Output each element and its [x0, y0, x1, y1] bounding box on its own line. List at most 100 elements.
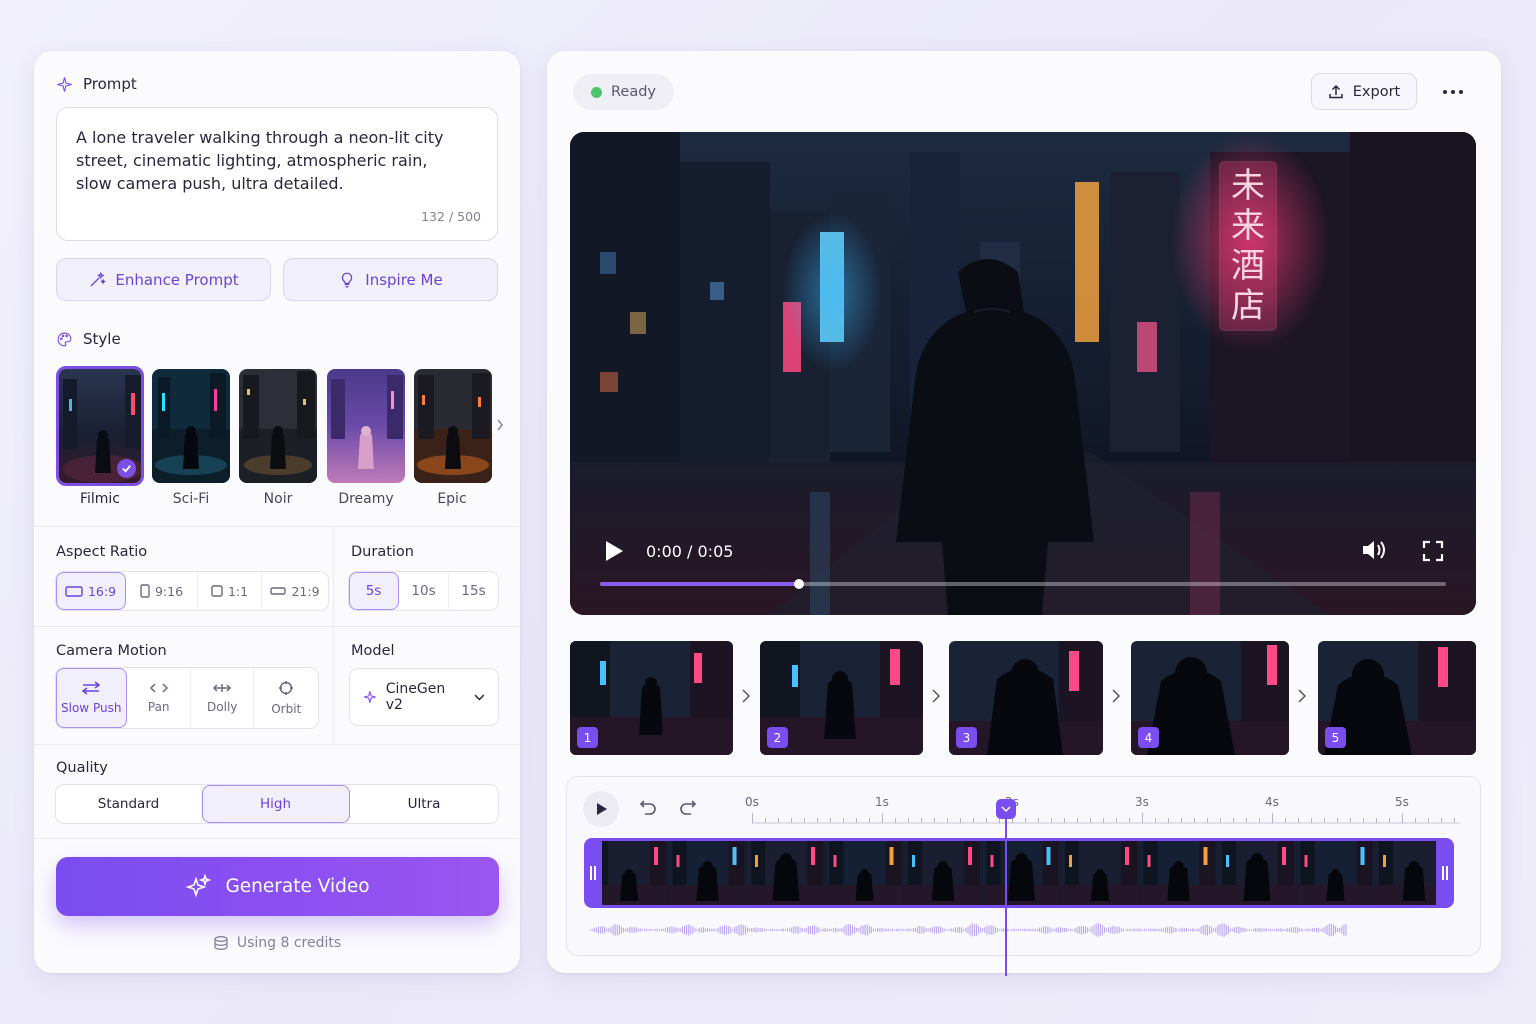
- camera-option-dolly[interactable]: Dolly: [191, 668, 255, 728]
- model-select[interactable]: CineGen v2: [349, 668, 499, 726]
- style-thumb-dreamy[interactable]: [327, 369, 405, 483]
- prompt-title: Prompt: [83, 75, 137, 93]
- camera-option-orbit[interactable]: Orbit: [254, 668, 318, 728]
- aspect-option-1-1[interactable]: 1:1: [198, 572, 262, 610]
- style-thumb-epic[interactable]: [414, 369, 492, 483]
- camera-motion-selector: Slow Push Pan Dolly Orbit: [55, 667, 319, 729]
- frame-number: 3: [956, 727, 977, 748]
- timeline-tick-label: 0s: [745, 795, 759, 809]
- play-icon[interactable]: [603, 539, 625, 563]
- style-thumb-filmic[interactable]: [56, 366, 144, 486]
- model-title: Model: [351, 643, 395, 659]
- chevron-right-icon: [742, 689, 751, 703]
- duration-option-5s[interactable]: 5s: [349, 572, 399, 610]
- frame-number: 4: [1138, 727, 1159, 748]
- fullscreen-icon[interactable]: [1422, 540, 1444, 562]
- style-thumb-sci-fi[interactable]: [152, 369, 230, 483]
- frame-thumb-1[interactable]: 1: [570, 641, 733, 755]
- frame-thumb-3[interactable]: 3: [949, 641, 1103, 755]
- sparkle-icon: [364, 691, 376, 703]
- audio-waveform: [589, 922, 1347, 938]
- frame-thumb-5[interactable]: 5: [1318, 641, 1476, 755]
- video-player[interactable]: 未来酒店 0:00 / 0:05: [570, 132, 1476, 615]
- aspect-ratio-title: Aspect Ratio: [56, 544, 148, 560]
- aspect-option-21-9[interactable]: 21:9: [262, 572, 328, 610]
- chevron-right-icon: [1112, 689, 1121, 703]
- status-label: Ready: [611, 84, 657, 100]
- camera-option-label: Orbit: [271, 702, 302, 716]
- city-scene-image: [327, 369, 405, 483]
- chevron-down-icon: [1000, 806, 1011, 813]
- dolly-icon: [213, 684, 232, 692]
- divider: [34, 526, 520, 527]
- style-label-dreamy: Dreamy: [338, 491, 394, 507]
- divider: [333, 527, 334, 744]
- timeline-tick-label: 4s: [1265, 795, 1279, 809]
- redo-icon[interactable]: [679, 798, 697, 816]
- status-dot: [591, 86, 602, 98]
- frame-thumb-4[interactable]: 4: [1131, 641, 1289, 755]
- style-thumb-noir[interactable]: [239, 369, 317, 483]
- camera-option-label: Dolly: [207, 700, 238, 714]
- aspect-option-label: 16:9: [87, 583, 117, 599]
- camera-option-pan[interactable]: Pan: [127, 668, 191, 728]
- undo-icon[interactable]: [639, 798, 657, 816]
- selected-check-icon: [117, 459, 136, 478]
- prompt-textarea[interactable]: A lone traveler walking through a neon-l…: [56, 107, 498, 241]
- divider: [34, 838, 520, 839]
- playhead-handle[interactable]: [995, 799, 1016, 819]
- style-label-sci-fi: Sci-Fi: [172, 491, 210, 507]
- quality-selector: Standard High Ultra: [55, 784, 499, 824]
- play-icon: [596, 803, 607, 815]
- sparkle-icon: [57, 76, 72, 92]
- lightbulb-icon: [342, 272, 353, 287]
- divider: [34, 626, 520, 627]
- generate-video-label: Generate Video: [225, 876, 370, 897]
- quality-option-ultra[interactable]: Ultra: [350, 785, 498, 823]
- export-label: Export: [1352, 83, 1401, 100]
- city-scene-image: [414, 369, 492, 483]
- video-time: 0:00 / 0:05: [646, 542, 734, 561]
- settings-panel: Prompt A lone traveler walking through a…: [34, 51, 520, 973]
- credits-info: Using 8 credits: [34, 935, 520, 951]
- camera-option-slow-push[interactable]: Slow Push: [56, 668, 128, 728]
- timeline-play-button[interactable]: [583, 791, 619, 827]
- preview-panel: Ready Export 未 来 酒 店 0:00 / 0:05 1 2 3 4…: [547, 51, 1501, 976]
- style-label-noir: Noir: [263, 491, 293, 507]
- clip-filmstrip-image: [590, 841, 1450, 905]
- volume-icon[interactable]: [1361, 538, 1387, 562]
- duration-option-15s[interactable]: 15s: [449, 572, 498, 610]
- inspire-me-button[interactable]: Inspire Me: [283, 258, 498, 301]
- aspect-option-9-16[interactable]: 9:16: [126, 572, 198, 610]
- portrait-icon: [140, 584, 150, 598]
- timeline-tick-label: 3s: [1135, 795, 1149, 809]
- enhance-prompt-button[interactable]: Enhance Prompt: [56, 258, 271, 301]
- generate-video-button[interactable]: Generate Video: [56, 857, 499, 916]
- duration-option-10s[interactable]: 10s: [399, 572, 449, 610]
- aspect-option-label: 9:16: [154, 583, 184, 599]
- export-button[interactable]: Export: [1311, 73, 1417, 110]
- more-options-icon[interactable]: [1437, 79, 1469, 105]
- camera-motion-title: Camera Motion: [56, 643, 167, 659]
- credits-label: Using 8 credits: [236, 935, 342, 951]
- video-progress-knob[interactable]: [793, 579, 804, 589]
- quality-option-high[interactable]: High: [202, 785, 350, 823]
- character-counter: 132 / 500: [421, 209, 481, 224]
- frame-thumb-2[interactable]: 2: [760, 641, 923, 755]
- camera-option-label: Pan: [147, 700, 170, 714]
- quality-option-standard[interactable]: Standard: [56, 785, 202, 823]
- orbit-icon: [279, 681, 294, 695]
- clip-trim-end-handle[interactable]: [1436, 838, 1454, 908]
- timeline-clip[interactable]: [587, 838, 1453, 908]
- timeline-editor[interactable]: 0s1s2s3s4s5s: [566, 776, 1481, 976]
- landscape-icon: [65, 585, 83, 597]
- chevron-right-icon[interactable]: [496, 419, 504, 431]
- frame-number: 5: [1325, 727, 1346, 748]
- palette-icon: [57, 332, 72, 346]
- aspect-option-16-9[interactable]: 16:9: [56, 572, 126, 610]
- style-label-epic: Epic: [437, 491, 467, 507]
- video-progress-bar[interactable]: [600, 579, 1446, 589]
- clip-trim-start-handle[interactable]: [584, 838, 602, 908]
- prompt-text[interactable]: A lone traveler walking through a neon-l…: [76, 126, 466, 195]
- ultrawide-icon: [270, 587, 287, 595]
